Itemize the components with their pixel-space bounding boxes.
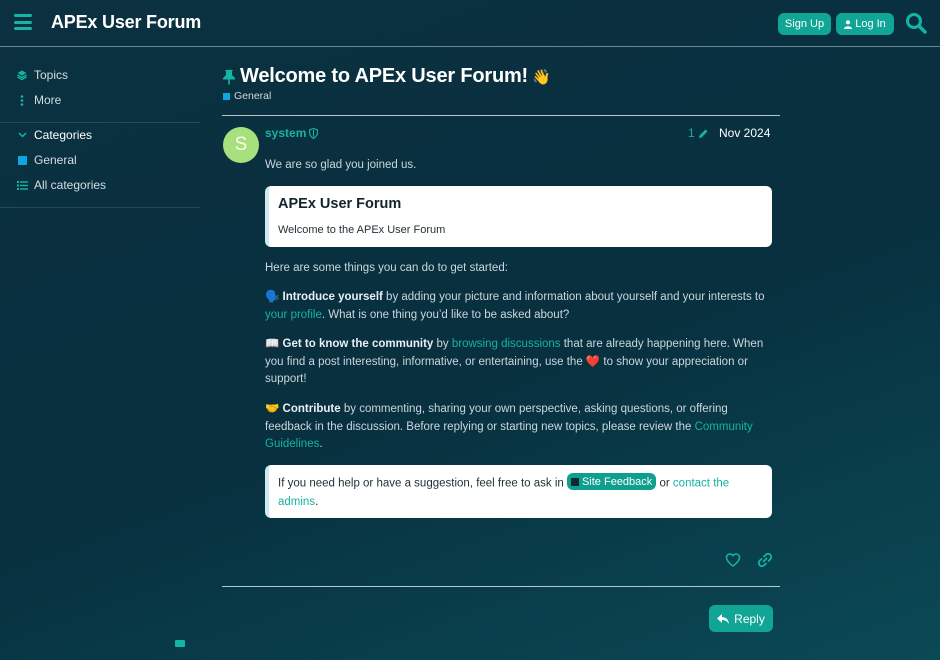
divider <box>222 115 780 116</box>
avatar[interactable]: S <box>223 127 259 163</box>
onebox-card[interactable]: APEx User Forum Welcome to the APEx User… <box>265 186 772 247</box>
chevron-down-icon <box>16 129 28 141</box>
bold-text: Get to know the community <box>282 338 434 350</box>
browsing-discussions-link[interactable]: browsing discussions <box>452 338 561 350</box>
category-square-icon <box>16 154 28 166</box>
your-profile-link[interactable]: your profile <box>265 309 322 321</box>
onebox-title[interactable]: APEx User Forum <box>278 196 401 212</box>
share-link-icon[interactable] <box>757 552 773 568</box>
reply-label: Reply <box>734 611 765 626</box>
pin-icon <box>223 69 235 84</box>
paragraph-text: by <box>433 338 452 350</box>
post-greeting: We are so glad you joined us. <box>265 159 417 171</box>
paragraph-text: or <box>656 477 673 490</box>
sign-up-button[interactable]: Sign Up <box>778 13 831 35</box>
post-paragraph-community: 📖 Get to know the community by browsing … <box>265 336 770 389</box>
site-title[interactable]: APEx User Forum <box>51 12 201 33</box>
sidebar-item-topics[interactable]: Topics <box>16 68 68 82</box>
waving-hand-icon: 👋 <box>532 68 551 86</box>
log-in-label: Log In <box>855 18 886 30</box>
sidebar-item-label: All categories <box>34 178 107 192</box>
divider <box>222 586 780 587</box>
user-icon <box>844 19 853 29</box>
post-author[interactable]: system <box>265 126 319 140</box>
paragraph-text: . What is one thing you’d like to be ask… <box>321 308 570 321</box>
sidebar-item-label: More <box>34 93 62 107</box>
search-icon[interactable] <box>905 12 927 34</box>
topic-category-badge[interactable]: General <box>223 90 271 102</box>
onebox-description: Welcome to the APEx User Forum <box>278 224 446 236</box>
sidebar-item-general[interactable]: General <box>16 153 77 167</box>
like-heart-icon[interactable] <box>725 552 741 568</box>
page-title[interactable]: Welcome to APEx User Forum! <box>240 65 528 88</box>
sidebar-section-categories[interactable]: Categories <box>16 128 92 142</box>
category-square-icon <box>223 92 230 100</box>
log-in-button[interactable]: Log In <box>836 13 894 35</box>
sidebar-divider <box>0 207 200 208</box>
bold-text: Contribute <box>282 403 341 415</box>
hamburger-menu-icon[interactable] <box>14 14 32 30</box>
help-callout: If you need help or have a suggestion, f… <box>265 465 772 518</box>
list-icon <box>16 179 28 191</box>
post-started-intro: Here are some things you can do to get s… <box>265 262 508 274</box>
site-feedback-badge[interactable]: Site Feedback <box>566 473 657 490</box>
paragraph-text: . <box>315 495 319 508</box>
post-date[interactable]: Nov 2024 <box>719 126 770 140</box>
handshake-icon: 🤝 <box>265 403 280 415</box>
post-paragraph-contribute: 🤝 Contribute by commenting, sharing your… <box>265 401 770 454</box>
keyboard-icon[interactable] <box>175 640 185 647</box>
sidebar-section-label: Categories <box>34 128 93 142</box>
edit-history-button[interactable]: 1 <box>688 126 709 140</box>
paragraph-text: by adding your picture and information a… <box>382 291 765 303</box>
sidebar-divider <box>0 122 200 123</box>
reply-arrow-icon <box>717 613 730 624</box>
shield-icon <box>309 127 319 139</box>
sidebar-item-label: General <box>34 153 77 167</box>
sidebar-item-all-categories[interactable]: All categories <box>16 178 106 192</box>
paragraph-text: If you need help or have a suggestion, f… <box>278 477 567 490</box>
sidebar-item-label: Topics <box>34 68 69 82</box>
edit-count: 1 <box>688 126 695 140</box>
badge-label: Site Feedback <box>581 475 653 488</box>
layers-icon <box>16 69 28 81</box>
vertical-ellipsis-icon <box>16 94 28 106</box>
sidebar: Topics More Categories General All categ… <box>0 48 200 660</box>
post-paragraph-introduce: 🗣️ Introduce yourself by adding your pic… <box>265 289 770 324</box>
bold-text: Introduce yourself <box>282 291 383 303</box>
category-square-icon <box>570 477 579 486</box>
category-label: General <box>234 90 272 102</box>
open-book-icon: 📖 <box>265 338 280 350</box>
speaking-head-icon: 🗣️ <box>265 291 280 303</box>
paragraph-text: . <box>319 438 323 450</box>
pencil-icon <box>698 129 708 138</box>
site-header: APEx User Forum Sign Up Log In <box>0 0 940 47</box>
heart-icon: ❤️ <box>585 355 601 368</box>
topic-title-row: Welcome to APEx User Forum! 👋 <box>222 65 551 88</box>
reply-button[interactable]: Reply <box>709 605 773 632</box>
author-name: system <box>265 126 307 140</box>
sidebar-item-more[interactable]: More <box>16 93 61 107</box>
